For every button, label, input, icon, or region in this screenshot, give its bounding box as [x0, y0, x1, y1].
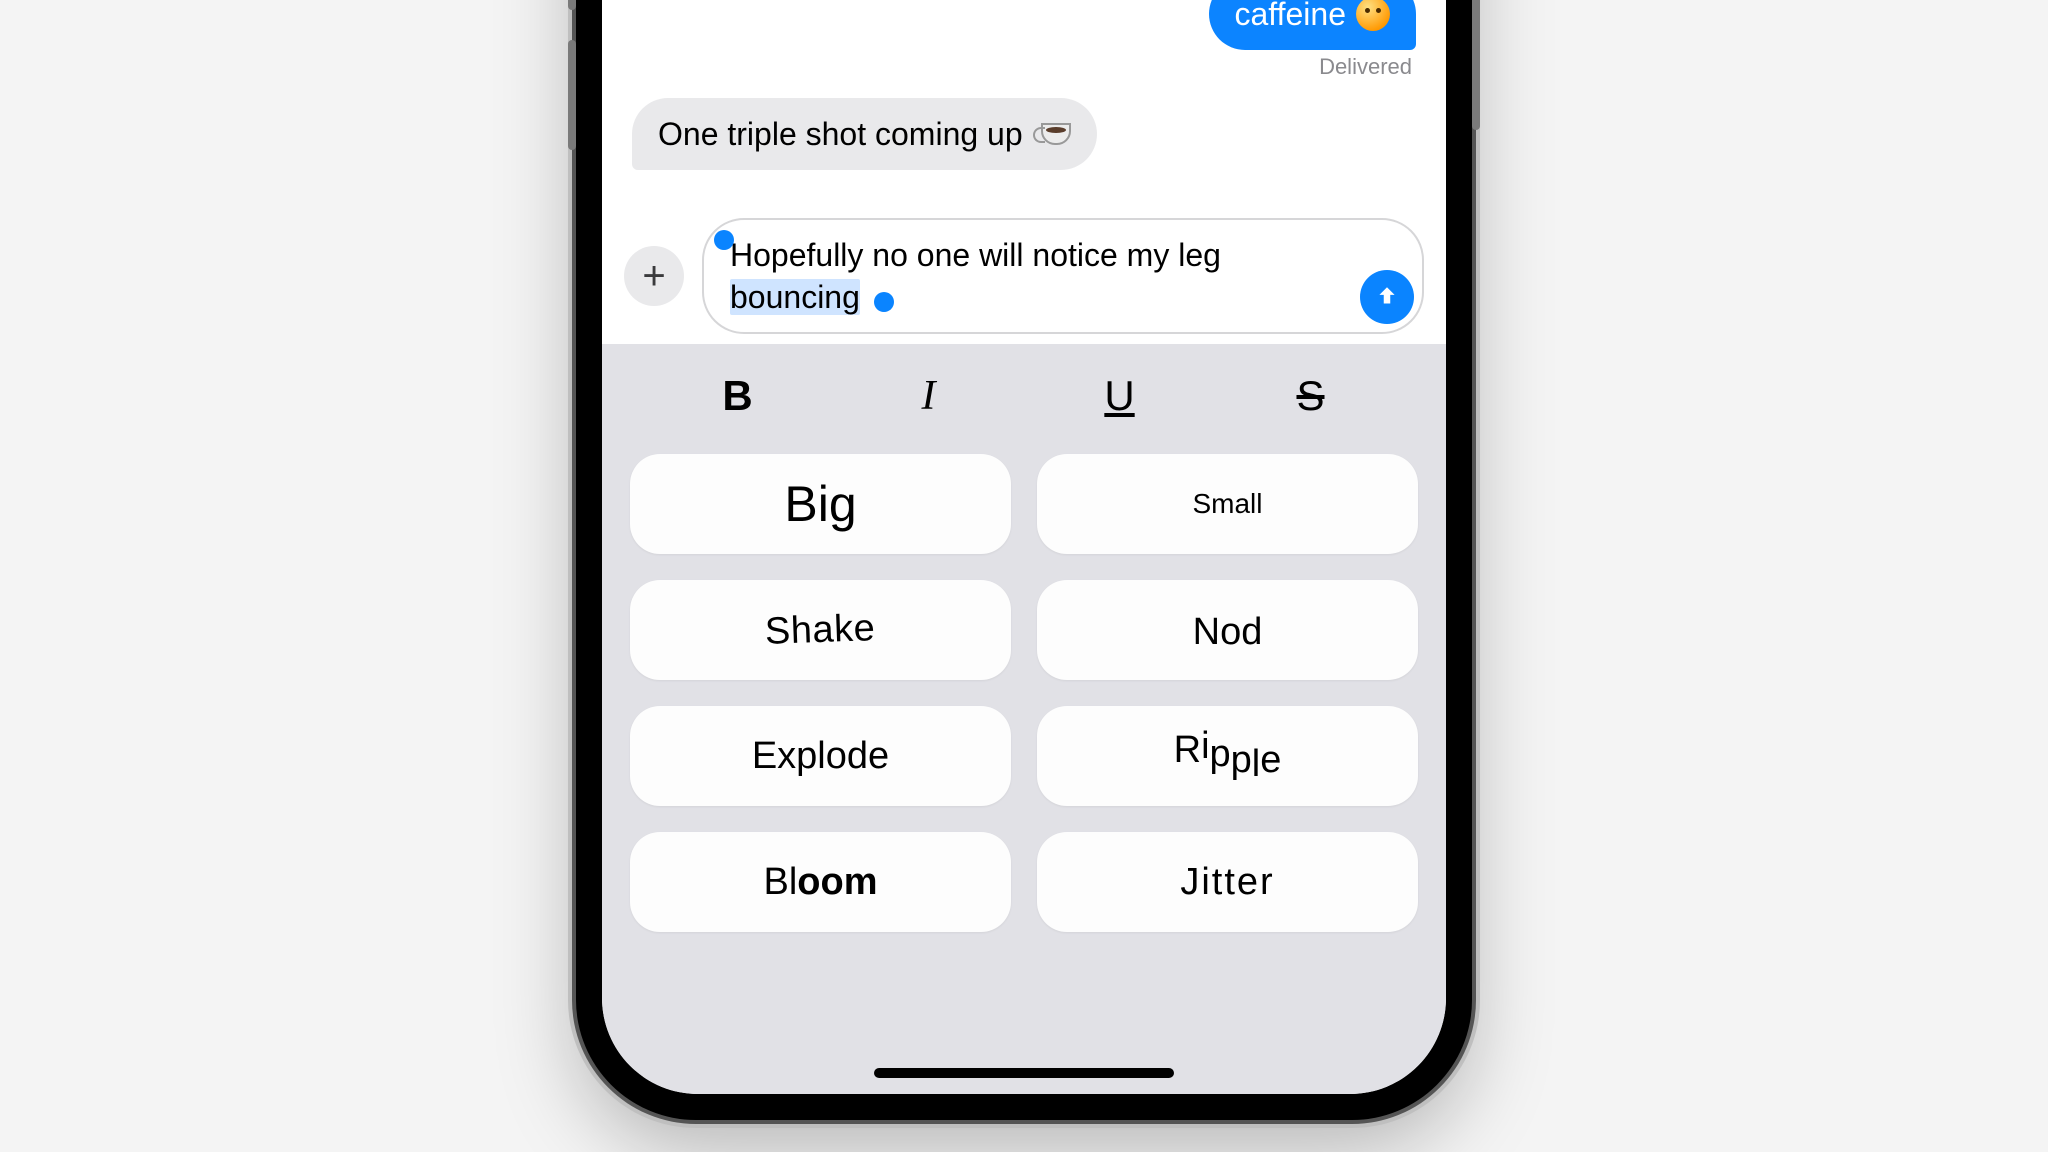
format-italic-button[interactable]: I	[833, 372, 1024, 420]
message-sent[interactable]: caffeine	[1209, 0, 1417, 50]
phone-screen: caffeine Delivered One triple shot comin…	[602, 0, 1446, 1094]
effect-ripple-button[interactable]: Ripple	[1037, 706, 1418, 806]
volume-up-button[interactable]	[568, 0, 576, 10]
arrow-up-icon	[1374, 284, 1400, 310]
message-received-text: One triple shot coming up	[658, 114, 1023, 154]
attach-plus-button[interactable]: +	[624, 246, 684, 306]
compose-text-selected: bouncing	[730, 279, 860, 315]
selection-end-handle[interactable]	[874, 292, 894, 312]
effect-shake-button[interactable]: Shake	[630, 580, 1011, 680]
home-indicator[interactable]	[874, 1068, 1174, 1078]
effect-bloom-button[interactable]: Bloom	[630, 832, 1011, 932]
effect-bloom-label: Bloom	[763, 861, 877, 904]
format-bold-button[interactable]: B	[642, 372, 833, 420]
effects-grid: Big Small Shake Nod Explode Ripple Bloom…	[602, 420, 1446, 972]
coffee-cup-icon	[1041, 123, 1071, 145]
format-strikethrough-button[interactable]: S	[1215, 372, 1406, 420]
selection-start-handle[interactable]	[714, 230, 734, 250]
send-button[interactable]	[1360, 270, 1414, 324]
effect-nod-button[interactable]: Nod	[1037, 580, 1418, 680]
compose-text-pre: Hopefully no one will notice my leg	[730, 237, 1221, 273]
text-effects-panel: B I U S Big Small Shake Nod Explode Ripp…	[602, 344, 1446, 1094]
effect-small-button[interactable]: Small	[1037, 454, 1418, 554]
message-input[interactable]: Hopefully no one will notice my leg boun…	[702, 218, 1424, 334]
canvas: caffeine Delivered One triple shot comin…	[0, 0, 2048, 1152]
effect-explode-button[interactable]: Explode	[630, 706, 1011, 806]
compose-row: + Hopefully no one will notice my leg bo…	[602, 208, 1446, 344]
thinking-face-icon	[1356, 0, 1390, 31]
volume-down-button[interactable]	[568, 40, 576, 150]
phone-frame: caffeine Delivered One triple shot comin…	[576, 0, 1472, 1120]
power-button[interactable]	[1472, 0, 1480, 130]
format-underline-button[interactable]: U	[1024, 372, 1215, 420]
delivered-label: Delivered	[1319, 54, 1412, 80]
effect-ripple-label: Ripple	[1174, 735, 1282, 778]
message-received[interactable]: One triple shot coming up	[632, 98, 1097, 170]
format-row: B I U S	[602, 344, 1446, 420]
effect-big-button[interactable]: Big	[630, 454, 1011, 554]
message-sent-text: caffeine	[1235, 0, 1347, 34]
effect-jitter-button[interactable]: Jitter	[1037, 832, 1418, 932]
